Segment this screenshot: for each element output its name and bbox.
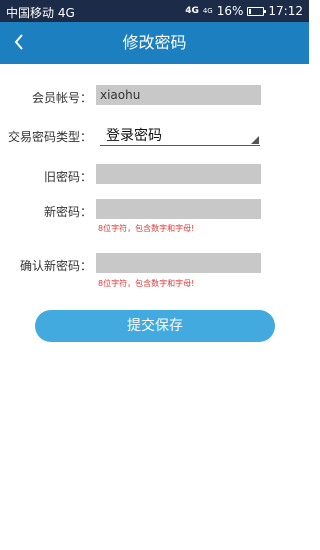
password-type-label: 交易密码类型： — [7, 130, 92, 144]
signal-icon: 4G — [202, 6, 213, 15]
old-password-label: 旧密码： — [43, 170, 92, 184]
new-password-hint: 8位字符，包含数字和字母! — [98, 224, 195, 233]
chevron-left-icon — [14, 34, 23, 50]
new-password-field[interactable] — [96, 199, 261, 219]
confirm-password-field[interactable] — [96, 253, 261, 273]
account-field[interactable] — [96, 85, 261, 105]
account-label: 会员帐号： — [31, 91, 92, 105]
carrier-label: 中国移动 4G — [6, 6, 75, 20]
status-bar: 中国移动 4G 4G 4G 16% 17:12 — [0, 0, 309, 22]
confirm-password-label: 确认新密码： — [19, 259, 92, 273]
battery-icon — [247, 6, 267, 16]
old-password-field[interactable] — [96, 164, 261, 184]
password-type-value: 登录密码 — [106, 128, 162, 144]
submit-button[interactable]: 提交保存 — [35, 310, 275, 342]
dropdown-arrow-icon — [251, 136, 259, 144]
header-bar: 修改密码 — [0, 22, 309, 64]
page-title: 修改密码 — [122, 33, 187, 52]
new-password-label: 新密码： — [43, 205, 92, 219]
clock: 17:12 — [268, 4, 303, 18]
network-4g-icon: 4G — [185, 5, 199, 16]
network-4g-small-label: 4G — [202, 6, 213, 15]
confirm-password-hint: 8位字符，包含数字和字母! — [98, 279, 195, 288]
password-type-select[interactable]: 登录密码 — [100, 122, 260, 146]
battery-fill — [249, 8, 252, 14]
status-icons: 4G 4G 16% 17:12 — [185, 4, 303, 18]
back-button[interactable] — [10, 32, 30, 52]
battery-percent: 16% — [216, 4, 244, 18]
